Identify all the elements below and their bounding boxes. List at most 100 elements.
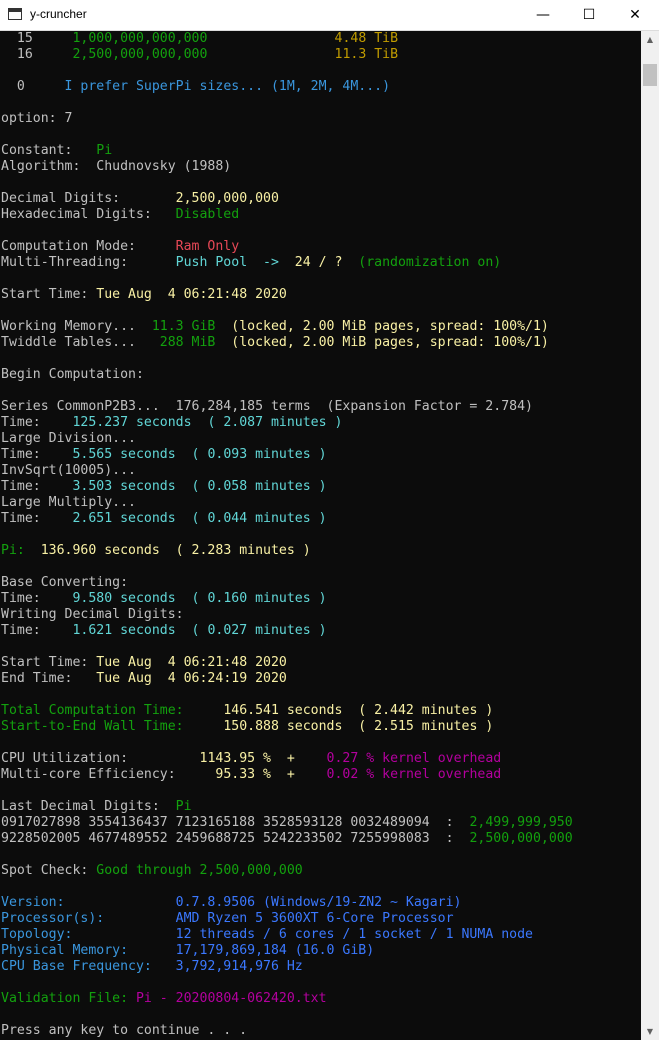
console-text: 2,500,000,000 xyxy=(175,191,279,206)
console-text: 16 xyxy=(1,47,73,62)
console-text: Pi: xyxy=(1,543,41,558)
window-title: y-cruncher xyxy=(30,7,87,21)
console-text: 0917027898 3554136437 7123165188 3528593… xyxy=(1,815,470,830)
console-line: Series CommonP2B3... 176,284,185 terms (… xyxy=(1,399,533,415)
console-text: Tue Aug 4 06:21:48 2020 xyxy=(96,655,287,670)
console-text: Time: xyxy=(1,479,73,494)
console-text: (locked, 2.00 MiB pages, spread: 100%/1) xyxy=(215,319,549,334)
console-line: Start Time: Tue Aug 4 06:21:48 2020 xyxy=(1,287,287,303)
console-text: 9228502005 4677489552 2459688725 5242233… xyxy=(1,831,470,846)
console-text: CPU Utilization: xyxy=(1,751,200,766)
console-line: Spot Check: Good through 2,500,000,000 xyxy=(1,863,303,879)
console-text: 2,499,999,950 xyxy=(469,815,573,830)
console-text: 0.27 % kernel overhead xyxy=(326,751,502,766)
console-text: Constant: xyxy=(1,143,97,158)
title-bar: y-cruncher — ☐ ✕ xyxy=(0,0,659,31)
console-text: 3.503 seconds ( 0.058 minutes ) xyxy=(72,479,327,494)
console-text: 12 threads / 6 cores / 1 socket / 1 NUMA… xyxy=(175,927,533,942)
console-line: End Time: Tue Aug 4 06:24:19 2020 xyxy=(1,671,287,687)
console-text: Total Computation Time: xyxy=(1,703,224,718)
console-line: Working Memory... 11.3 GiB (locked, 2.00… xyxy=(1,319,549,335)
console-line: CPU Utilization: 1143.95 % + 0.27 % kern… xyxy=(1,751,501,767)
console-line: Press any key to continue . . . xyxy=(1,1023,247,1039)
console-text: 15 xyxy=(1,31,73,46)
console-line: 9228502005 4677489552 2459688725 5242233… xyxy=(1,831,573,847)
console-text: Base Converting: xyxy=(1,575,129,590)
console-text: Time: xyxy=(1,591,73,606)
console-text: Twiddle Tables... xyxy=(1,335,160,350)
console-line: Total Computation Time: 146.541 seconds … xyxy=(1,703,493,719)
console-text: Pi xyxy=(175,799,192,814)
console-line: Topology: 12 threads / 6 cores / 1 socke… xyxy=(1,927,533,943)
console-text: 0 xyxy=(1,79,65,94)
console-text: Multi-core Efficiency: xyxy=(1,767,216,782)
console-line: Decimal Digits: 2,500,000,000 xyxy=(1,191,279,207)
console-text: Tue Aug 4 06:21:48 2020 xyxy=(96,287,287,302)
scroll-up-arrow-icon[interactable]: ▲ xyxy=(641,31,659,48)
console-text: Processor(s): xyxy=(1,911,176,926)
minimize-button[interactable]: — xyxy=(520,0,566,30)
console-text: 24 / ? xyxy=(294,255,343,270)
console-text: Pi - 20200804-062420.txt xyxy=(135,991,327,1006)
console-text: 5.565 seconds ( 0.093 minutes ) xyxy=(72,447,327,462)
console-text: Hexadecimal Digits: xyxy=(1,207,176,222)
console-text: Tue Aug 4 06:24:19 2020 xyxy=(96,671,287,686)
console-line: CPU Base Frequency: 3,792,914,976 Hz xyxy=(1,959,303,975)
console-text: Time: xyxy=(1,623,73,638)
scrollbar-thumb[interactable] xyxy=(643,64,657,86)
console-text: 2.651 seconds ( 0.044 minutes ) xyxy=(72,511,327,526)
console-text: 125.237 seconds ( 2.087 minutes ) xyxy=(72,415,343,430)
console-text: 1.621 seconds ( 0.027 minutes ) xyxy=(72,623,327,638)
scroll-down-arrow-icon[interactable]: ▼ xyxy=(641,1023,659,1040)
console-text: Series CommonP2B3... 176,284,185 terms (… xyxy=(1,399,533,414)
console-text: 4.48 TiB xyxy=(334,31,399,46)
console-line: Multi-Threading: Push Pool -> 24 / ? (ra… xyxy=(1,255,501,271)
console-line: Writing Decimal Digits: xyxy=(1,607,184,623)
console-line: Processor(s): AMD Ryzen 5 3600XT 6-Core … xyxy=(1,911,454,927)
console-output[interactable]: 15 1,000,000,000,000 4.48 TiB 16 2,500,0… xyxy=(0,31,641,1040)
console-text: 2,500,000,000 xyxy=(469,831,573,846)
console-text: Time: xyxy=(1,511,73,526)
vertical-scrollbar[interactable]: ▲ ▼ xyxy=(641,31,659,1040)
console-line: Start Time: Tue Aug 4 06:21:48 2020 xyxy=(1,655,287,671)
console-text: 0.7.8.9506 (Windows/19-ZN2 ~ Kagari) xyxy=(175,895,462,910)
console-text: Start-to-End Wall Time: xyxy=(1,719,224,734)
console-text: Pi xyxy=(96,143,113,158)
close-button[interactable]: ✕ xyxy=(612,0,658,30)
console-line: Large Division... xyxy=(1,431,136,447)
console-text: 95.33 % + xyxy=(215,767,295,782)
console-line: Time: 5.565 seconds ( 0.093 minutes ) xyxy=(1,447,327,463)
console-line: 0917027898 3554136437 7123165188 3528593… xyxy=(1,815,573,831)
console-text: 3,792,914,976 Hz xyxy=(175,959,303,974)
console-line: option: 7 xyxy=(1,111,72,127)
console-line: Twiddle Tables... 288 MiB (locked, 2.00 … xyxy=(1,335,549,351)
console-line: Hexadecimal Digits: Disabled xyxy=(1,207,239,223)
console-text: 150.888 seconds ( 2.515 minutes ) xyxy=(223,719,494,734)
console-text: 11.3 TiB xyxy=(334,47,399,62)
console-line: Time: 3.503 seconds ( 0.058 minutes ) xyxy=(1,479,327,495)
console-text: Start Time: xyxy=(1,655,97,670)
console-line: Time: 9.580 seconds ( 0.160 minutes ) xyxy=(1,591,327,607)
console-text: Last Decimal Digits: xyxy=(1,799,176,814)
console-text: Physical Memory: xyxy=(1,943,176,958)
maximize-button[interactable]: ☐ xyxy=(566,0,612,30)
console-text: Writing Decimal Digits: xyxy=(1,607,184,622)
console-text: End Time: xyxy=(1,671,97,686)
console-line: Computation Mode: Ram Only xyxy=(1,239,239,255)
console-text: CPU Base Frequency: xyxy=(1,959,176,974)
console-text: Disabled xyxy=(175,207,240,222)
console-line: Time: 1.621 seconds ( 0.027 minutes ) xyxy=(1,623,327,639)
console-text: InvSqrt(10005)... xyxy=(1,463,136,478)
console-text: Good through 2,500,000,000 xyxy=(96,863,303,878)
console-line: Time: 2.651 seconds ( 0.044 minutes ) xyxy=(1,511,327,527)
console-text: Working Memory... xyxy=(1,319,152,334)
console-text: 17,179,869,184 (16.0 GiB) xyxy=(175,943,375,958)
console-text: 2,500,000,000,000 xyxy=(72,47,208,62)
console-text: Large Multiply... xyxy=(1,495,136,510)
console-text: 136.960 seconds ( 2.283 minutes ) xyxy=(40,543,311,558)
console-text: Validation File: xyxy=(1,991,136,1006)
console-line: Multi-core Efficiency: 95.33 % + 0.02 % … xyxy=(1,767,501,783)
console-line: Large Multiply... xyxy=(1,495,136,511)
